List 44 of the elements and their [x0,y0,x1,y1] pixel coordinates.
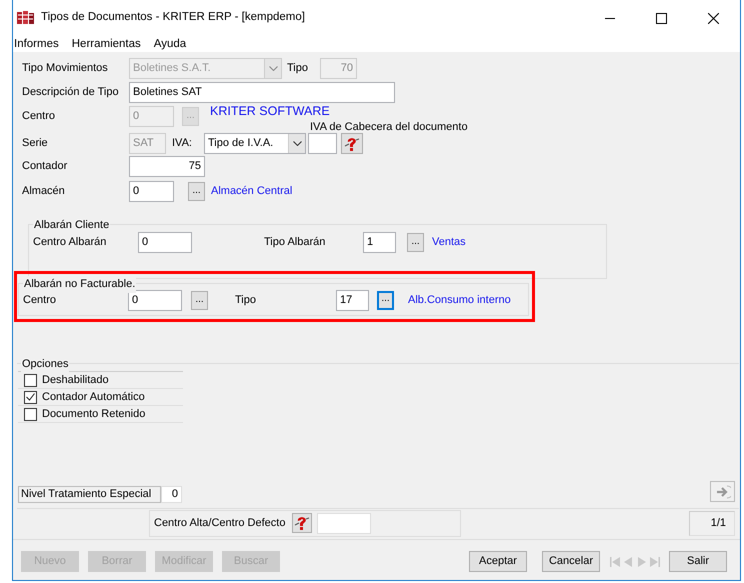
lookup-button[interactable]: ... [407,232,424,252]
form-button[interactable]: Cancelar [542,551,600,572]
field-label: Centro Albarán [33,234,108,250]
menu-item[interactable]: Ayuda [154,36,186,52]
menu-item[interactable]: Herramientas [72,36,141,52]
field-label: Serie [22,136,49,151]
field-label: Centro [22,108,56,124]
field-label: Tipo [235,292,257,308]
field-label: Tipo Albarán [264,234,326,250]
field-label: IVA de Cabecera del documento [310,121,468,134]
checkbox-row[interactable]: Contador Automático [18,389,183,406]
field-label: IVA: [171,136,193,151]
field-label: Centro [23,292,58,308]
window-title: Tipos de Documentos - KRITER ERP - [kempdemo] [41,10,305,26]
text-field[interactable]: Boletines SAT [129,82,395,102]
lookup-button[interactable]: ... [188,182,205,201]
linked-name[interactable]: Ventas [432,234,466,250]
menu-item[interactable]: Informes [14,36,59,52]
text-field[interactable]: 17 [336,290,369,310]
text-field[interactable]: 0 [161,486,182,502]
record-counter: 1/1 [689,510,735,536]
field-label: Descripción de Tipo [22,84,120,100]
linked-name[interactable]: Almacén Central [211,183,292,200]
text-field[interactable]: 75 [129,156,205,176]
field-label: Nivel Tratamiento Especial [18,486,161,502]
lookup-button[interactable]: ... [377,290,394,310]
field-label: Almacén [22,184,66,200]
text-field[interactable]: 0 [128,290,182,310]
group-title: Opciones [21,356,70,372]
text-field[interactable]: 0 [138,232,192,252]
checkbox-row[interactable]: Documento Retenido [18,406,183,423]
combo-box[interactable]: Tipo de I.V.A. [204,133,306,154]
text-field[interactable]: 1 [363,232,396,252]
linked-name[interactable]: Alb.Consumo interno [408,292,511,308]
exit-button[interactable]: Salir [669,551,727,572]
checkbox-row[interactable]: Deshabilitado [18,372,183,389]
field-label: Tipo Movimientos [22,61,109,76]
field-label: Contador [22,158,68,174]
text-field[interactable]: 0 [129,181,174,202]
field-label: Centro Alta/Centro Defecto [154,516,286,531]
field-label: Tipo [287,61,309,76]
group-title: Albarán no Facturable. [23,276,136,292]
form-button[interactable]: Aceptar [469,551,527,572]
lookup-button[interactable]: ... [191,290,208,310]
